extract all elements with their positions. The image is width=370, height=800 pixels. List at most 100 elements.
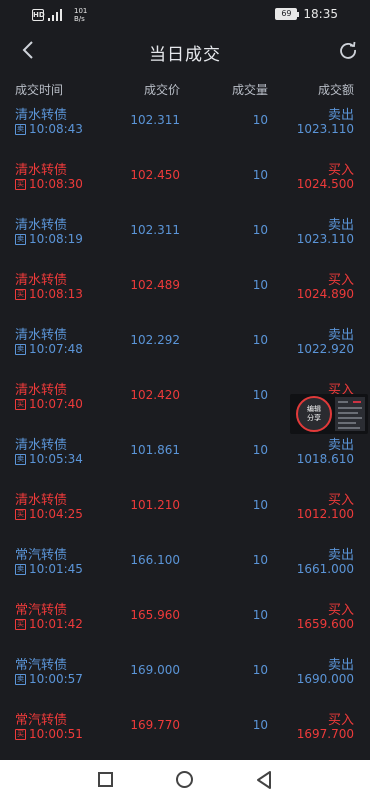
trade-row[interactable]: 清水转债卖 10:05:34 101.861 10 卖出 1018.610 bbox=[0, 430, 370, 485]
trade-row[interactable]: 常汽转债买 10:00:51 169.770 10 买入 1697.700 bbox=[0, 705, 370, 760]
bond-name: 清水转债 bbox=[15, 438, 68, 453]
trade-time-group: 买 10:08:30 bbox=[15, 177, 83, 191]
trade-time: 10:01:42 bbox=[29, 617, 83, 631]
bond-name: 清水转债 bbox=[15, 328, 68, 343]
sell-mark-icon: 卖 bbox=[15, 123, 26, 135]
recent-apps-button[interactable] bbox=[98, 772, 113, 787]
buy-mark-icon: 买 bbox=[15, 398, 26, 410]
trade-row[interactable]: 常汽转债卖 10:01:45 166.100 10 卖出 1661.000 bbox=[0, 540, 370, 595]
trade-side: 卖出 bbox=[327, 218, 354, 233]
trade-amount: 1012.100 bbox=[296, 507, 354, 521]
trade-quantity: 10 bbox=[252, 718, 268, 732]
trade-amount: 1661.000 bbox=[296, 562, 354, 576]
bond-name: 清水转债 bbox=[15, 493, 68, 508]
trade-amount: 1024.890 bbox=[296, 287, 354, 301]
trade-side: 买入 bbox=[327, 273, 354, 288]
trade-amount: 1022.920 bbox=[296, 342, 354, 356]
buy-mark-icon: 买 bbox=[15, 728, 26, 740]
trade-row[interactable]: 清水转债买 10:08:30 102.450 10 买入 1024.500 bbox=[0, 155, 370, 210]
trade-side: 卖出 bbox=[327, 108, 354, 123]
trade-price: 166.100 bbox=[130, 553, 180, 567]
trade-quantity: 10 bbox=[252, 388, 268, 402]
refresh-button[interactable] bbox=[334, 36, 362, 64]
status-right: 69 18:35 bbox=[275, 7, 338, 21]
trade-price: 102.489 bbox=[130, 278, 180, 292]
bond-name: 常汽转债 bbox=[15, 603, 68, 618]
trade-quantity: 10 bbox=[252, 333, 268, 347]
trade-price: 101.861 bbox=[130, 443, 180, 457]
hd-icon: HD bbox=[32, 9, 45, 21]
share-widget[interactable]: 编辑 分享 bbox=[290, 394, 368, 434]
trade-price: 165.960 bbox=[130, 608, 180, 622]
trade-time: 10:01:45 bbox=[29, 562, 83, 576]
refresh-icon bbox=[340, 41, 356, 59]
trade-quantity: 10 bbox=[252, 278, 268, 292]
trade-price: 102.450 bbox=[130, 168, 180, 182]
trade-time-group: 买 10:08:13 bbox=[15, 287, 83, 301]
system-nav-bar bbox=[0, 760, 370, 800]
trade-row[interactable]: 清水转债卖 10:08:19 102.311 10 卖出 1023.110 bbox=[0, 210, 370, 265]
trade-side: 买入 bbox=[327, 493, 354, 508]
home-button[interactable] bbox=[176, 771, 193, 788]
back-nav-button[interactable] bbox=[255, 770, 273, 790]
trade-time: 10:05:34 bbox=[29, 452, 83, 466]
trade-amount: 1024.500 bbox=[296, 177, 354, 191]
buy-mark-icon: 买 bbox=[15, 508, 26, 520]
edit-share-line1: 编辑 bbox=[307, 405, 321, 413]
sell-mark-icon: 卖 bbox=[15, 343, 26, 355]
trade-side: 买入 bbox=[327, 603, 354, 618]
column-amount: 成交额 bbox=[317, 83, 354, 97]
trade-side: 卖出 bbox=[327, 328, 354, 343]
trade-quantity: 10 bbox=[252, 553, 268, 567]
status-bar: HD 101 B/s 69 18:35 bbox=[0, 0, 370, 30]
buy-mark-icon: 买 bbox=[15, 618, 26, 630]
network-speed-value: 101 bbox=[74, 7, 88, 15]
trade-time-group: 买 10:07:40 bbox=[15, 397, 83, 411]
trade-time: 10:07:40 bbox=[29, 397, 83, 411]
edit-share-line2: 分享 bbox=[307, 414, 321, 422]
trade-row[interactable]: 常汽转债卖 10:00:57 169.000 10 卖出 1690.000 bbox=[0, 650, 370, 705]
trade-time: 10:07:48 bbox=[29, 342, 83, 356]
trade-time: 10:00:51 bbox=[29, 727, 83, 741]
sell-mark-icon: 卖 bbox=[15, 563, 26, 575]
trade-amount: 1690.000 bbox=[296, 672, 354, 686]
status-clock: 18:35 bbox=[303, 7, 338, 21]
network-speed-unit: B/s bbox=[74, 15, 85, 23]
bond-name: 常汽转债 bbox=[15, 658, 68, 673]
trade-time-group: 卖 10:08:19 bbox=[15, 232, 83, 246]
page-title: 当日成交 bbox=[149, 45, 221, 65]
signal-icon bbox=[48, 9, 64, 21]
trade-price: 102.292 bbox=[130, 333, 180, 347]
trade-amount: 1023.110 bbox=[296, 122, 354, 136]
buy-mark-icon: 买 bbox=[15, 288, 26, 300]
bond-name: 清水转债 bbox=[15, 108, 68, 123]
network-speed: 101 B/s bbox=[74, 7, 87, 23]
trade-amount: 1023.110 bbox=[296, 232, 354, 246]
trade-time-group: 买 10:04:25 bbox=[15, 507, 83, 521]
status-left: HD 101 B/s bbox=[32, 7, 87, 23]
bond-name: 清水转债 bbox=[15, 218, 68, 233]
trade-price: 102.311 bbox=[130, 223, 180, 237]
trade-price: 169.770 bbox=[130, 718, 180, 732]
trade-side: 买入 bbox=[327, 163, 354, 178]
screenshot-thumbnail[interactable] bbox=[335, 397, 365, 431]
trade-row[interactable]: 清水转债卖 10:08:43 102.311 10 卖出 1023.110 bbox=[0, 100, 370, 155]
trade-side: 卖出 bbox=[327, 438, 354, 453]
trade-time-group: 卖 10:00:57 bbox=[15, 672, 83, 686]
trade-time-group: 卖 10:05:34 bbox=[15, 452, 83, 466]
bond-name: 常汽转债 bbox=[15, 548, 68, 563]
trade-time: 10:08:19 bbox=[29, 232, 83, 246]
trade-quantity: 10 bbox=[252, 443, 268, 457]
trade-amount: 1697.700 bbox=[296, 727, 354, 741]
trade-amount: 1659.600 bbox=[296, 617, 354, 631]
sell-mark-icon: 卖 bbox=[15, 453, 26, 465]
edit-share-button[interactable]: 编辑 分享 bbox=[296, 396, 332, 432]
trade-time-group: 买 10:01:42 bbox=[15, 617, 83, 631]
trade-price: 102.311 bbox=[130, 113, 180, 127]
trade-row[interactable]: 常汽转债买 10:01:42 165.960 10 买入 1659.600 bbox=[0, 595, 370, 650]
trade-row[interactable]: 清水转债买 10:04:25 101.210 10 买入 1012.100 bbox=[0, 485, 370, 540]
trade-time-group: 卖 10:07:48 bbox=[15, 342, 83, 356]
battery-icon: 69 bbox=[275, 8, 300, 20]
trade-row[interactable]: 清水转债买 10:08:13 102.489 10 买入 1024.890 bbox=[0, 265, 370, 320]
trade-row[interactable]: 清水转债卖 10:07:48 102.292 10 卖出 1022.920 bbox=[0, 320, 370, 375]
